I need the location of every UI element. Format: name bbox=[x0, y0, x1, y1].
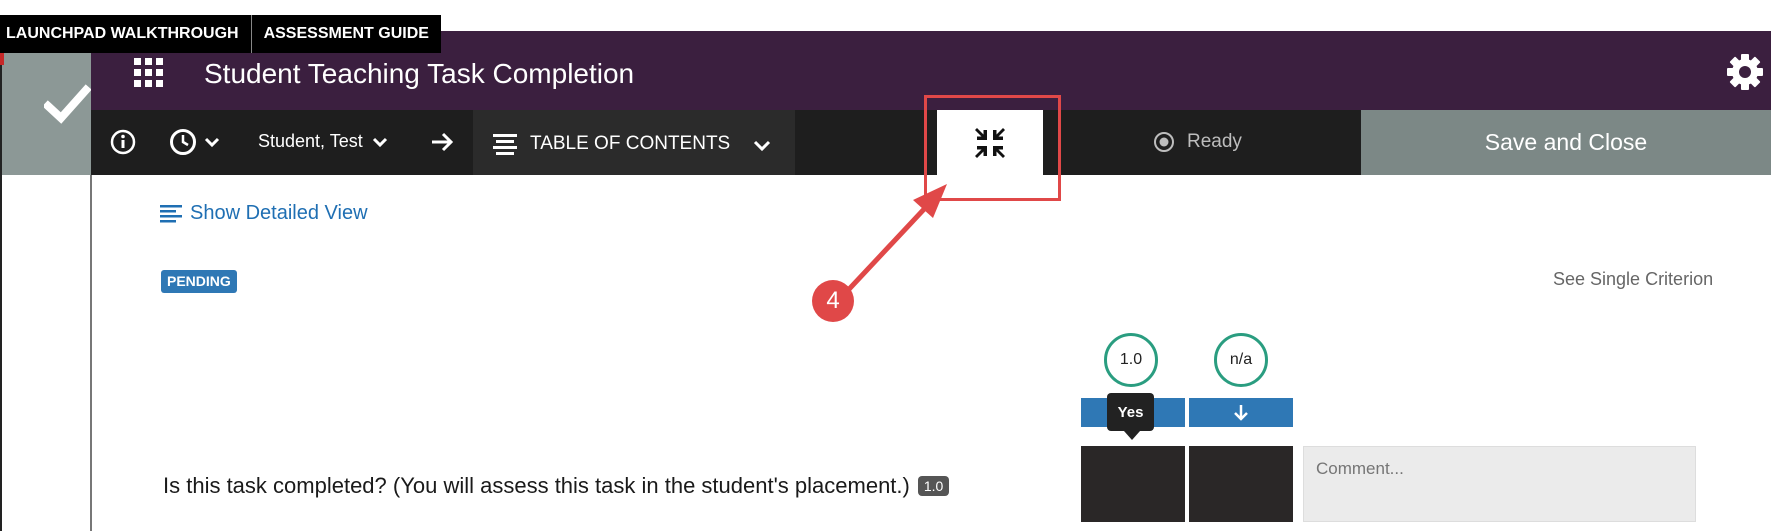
left-red-marker bbox=[0, 53, 4, 65]
score-circle: n/a bbox=[1214, 333, 1268, 387]
criterion-question: Is this task completed? (You will assess… bbox=[163, 473, 950, 499]
step-number-badge: 4 bbox=[812, 280, 854, 322]
page-title: Student Teaching Task Completion bbox=[204, 58, 635, 89]
chevron-down-icon bbox=[372, 137, 387, 147]
question-text: Is this task completed? (You will assess… bbox=[163, 473, 910, 498]
tab-launchpad-walkthrough[interactable]: LAUNCHPAD WALKTHROUGH bbox=[0, 15, 251, 53]
info-button[interactable] bbox=[110, 129, 136, 155]
tooltip-arrow bbox=[1124, 431, 1140, 440]
score-circle: 1.0 bbox=[1104, 333, 1158, 387]
info-icon bbox=[110, 129, 136, 155]
apps-grid-icon[interactable] bbox=[134, 58, 164, 88]
status-badge: PENDING bbox=[161, 270, 237, 293]
arrow-down-icon bbox=[1234, 404, 1248, 421]
history-button[interactable] bbox=[169, 128, 221, 156]
student-name: Student, Test bbox=[258, 131, 363, 151]
student-selector[interactable]: Student, Test bbox=[258, 131, 389, 152]
list-icon bbox=[160, 204, 182, 222]
radio-dot-icon bbox=[1154, 132, 1174, 152]
table-of-contents-dropdown[interactable]: TABLE OF CONTENTS bbox=[492, 131, 772, 157]
tab-assessment-guide[interactable]: ASSESSMENT GUIDE bbox=[250, 15, 441, 53]
save-and-close-button[interactable]: Save and Close bbox=[1361, 110, 1771, 175]
rating-cell[interactable] bbox=[1081, 446, 1185, 522]
checkmark-icon[interactable] bbox=[42, 82, 92, 126]
chevron-down-icon bbox=[204, 137, 220, 148]
gear-icon[interactable] bbox=[1726, 53, 1764, 91]
toc-label: TABLE OF CONTENTS bbox=[530, 133, 731, 154]
next-arrow-icon[interactable] bbox=[429, 129, 455, 155]
detailed-view-label: Show Detailed View bbox=[190, 202, 368, 224]
chevron-down-icon bbox=[754, 140, 771, 152]
comment-field[interactable] bbox=[1303, 446, 1696, 522]
top-tabs: LAUNCHPAD WALKTHROUGH ASSESSMENT GUIDE bbox=[0, 15, 441, 53]
see-single-criterion-link[interactable]: See Single Criterion bbox=[1553, 269, 1713, 290]
clock-icon bbox=[170, 129, 196, 155]
status-text: Ready bbox=[1187, 131, 1242, 152]
show-detailed-view-link[interactable]: Show Detailed View bbox=[160, 202, 368, 225]
rating-cell[interactable] bbox=[1189, 446, 1293, 522]
content-divider-line bbox=[90, 175, 92, 531]
left-edge-line bbox=[0, 53, 2, 531]
annotation-arrow bbox=[834, 170, 965, 305]
rating-column-header[interactable] bbox=[1189, 398, 1293, 427]
tooltip: Yes bbox=[1107, 393, 1154, 431]
ready-status: Ready bbox=[1153, 131, 1242, 153]
list-icon bbox=[493, 134, 517, 155]
question-score-badge: 1.0 bbox=[917, 476, 950, 496]
